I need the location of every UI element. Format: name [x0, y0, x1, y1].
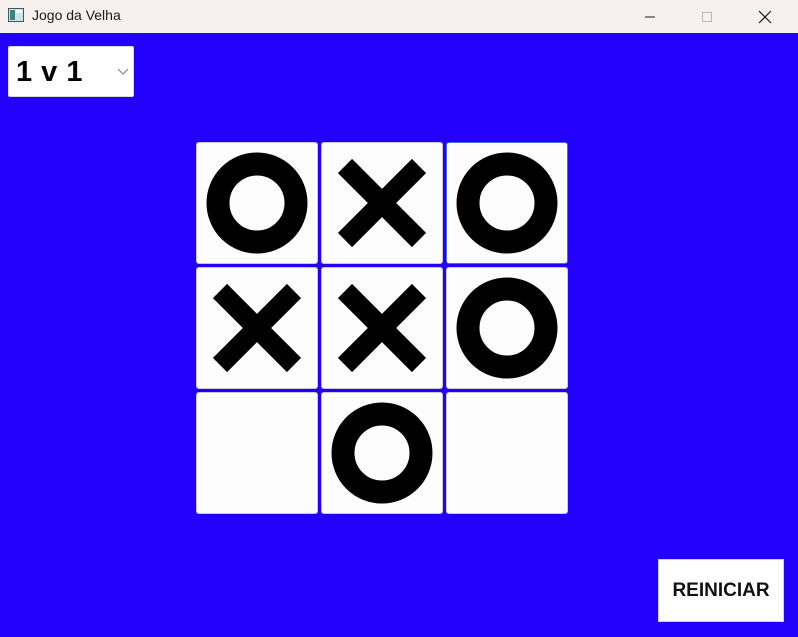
- minimize-button[interactable]: [627, 0, 673, 33]
- tic-tac-toe-board: [196, 142, 570, 516]
- game-area: 1 v 1 REINICIAR: [0, 33, 798, 637]
- minimize-icon: [645, 16, 655, 17]
- window-title: Jogo da Velha: [32, 7, 121, 23]
- board-cell-2-1[interactable]: [196, 267, 318, 389]
- maximize-button[interactable]: [684, 0, 730, 33]
- o-mark-icon: [331, 402, 433, 504]
- o-mark-icon: [456, 277, 558, 379]
- close-icon: [758, 10, 772, 23]
- board-cell-2-3[interactable]: [446, 267, 568, 389]
- board-cell-1-3[interactable]: [446, 142, 568, 264]
- o-mark-icon: [456, 152, 558, 254]
- x-mark-icon: [337, 158, 427, 248]
- restart-button-label: REINICIAR: [672, 579, 770, 601]
- board-cell-3-2[interactable]: [321, 392, 443, 514]
- o-mark-icon: [206, 152, 308, 254]
- game-mode-select[interactable]: 1 v 1: [8, 46, 134, 97]
- board-cell-1-1[interactable]: [196, 142, 318, 264]
- x-mark-icon: [212, 283, 302, 373]
- restart-button[interactable]: REINICIAR: [658, 559, 784, 622]
- title-bar[interactable]: Jogo da Velha: [0, 0, 798, 33]
- board-cell-1-2[interactable]: [321, 142, 443, 264]
- board-cell-2-2[interactable]: [321, 267, 443, 389]
- x-mark-icon: [337, 283, 427, 373]
- board-cell-3-1[interactable]: [196, 392, 318, 514]
- game-mode-value: 1 v 1: [16, 56, 83, 88]
- maximize-icon: [702, 11, 712, 22]
- close-button[interactable]: [742, 0, 788, 33]
- chevron-down-icon: [117, 68, 129, 75]
- board-cell-3-3[interactable]: [446, 392, 568, 514]
- app-window-icon: [8, 8, 24, 22]
